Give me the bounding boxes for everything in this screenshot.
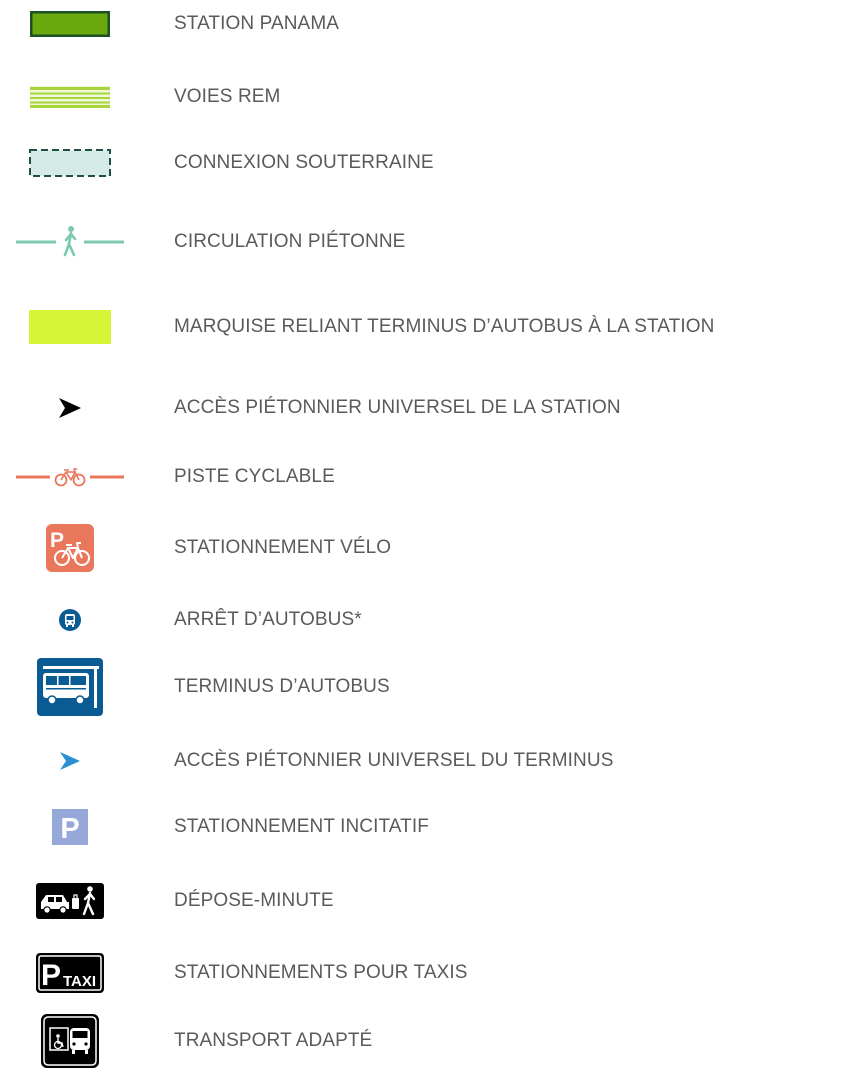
underground-connection-icon bbox=[0, 133, 140, 193]
park-and-ride-letter: P bbox=[60, 813, 79, 845]
legend-label: CONNEXION SOUTERRAINE bbox=[174, 152, 434, 173]
legend-label: ACCÈS PIÉTONNIER UNIVERSEL DE LA STATION bbox=[174, 397, 621, 418]
legend-label: ARRÊT D’AUTOBUS* bbox=[174, 609, 362, 630]
park-and-ride-icon: P bbox=[0, 797, 140, 857]
taxi-word: TAXI bbox=[63, 973, 96, 990]
legend-label: STATIONNEMENT VÉLO bbox=[174, 537, 392, 558]
bus-terminal-icon bbox=[0, 657, 140, 717]
legend-label: CIRCULATION PIÉTONNE bbox=[174, 231, 406, 252]
bike-parking-icon: P bbox=[0, 518, 140, 578]
legend-label: STATION PANAMA bbox=[174, 13, 340, 34]
map-legend: STATION PANAMA VOIES REM CONNEXION SOUTE… bbox=[0, 0, 843, 1069]
terminal-access-arrow-icon bbox=[0, 731, 140, 791]
taxi-letter: P bbox=[41, 959, 61, 992]
bike-parking-letter: P bbox=[50, 529, 64, 552]
bike-path-icon bbox=[0, 447, 140, 507]
bus-stop-icon bbox=[0, 590, 140, 650]
legend-label: ACCÈS PIÉTONNIER UNIVERSEL DU TERMINUS bbox=[174, 750, 614, 771]
canopy-rectangle-icon bbox=[0, 297, 140, 357]
pedestrian-path-icon bbox=[0, 212, 140, 272]
legend-label: DÉPOSE-MINUTE bbox=[174, 890, 334, 911]
station-access-arrow-icon bbox=[0, 378, 140, 438]
legend-label: TERMINUS D’AUTOBUS bbox=[174, 676, 390, 697]
legend-label: PISTE CYCLABLE bbox=[174, 466, 335, 487]
rail-tracks-icon bbox=[0, 67, 140, 127]
legend-label: VOIES REM bbox=[174, 86, 281, 107]
legend-label: STATIONNEMENTS POUR TAXIS bbox=[174, 962, 468, 983]
paratransit-icon bbox=[0, 1011, 140, 1071]
legend-label: STATIONNEMENT INCITATIF bbox=[174, 816, 429, 837]
legend-label: MARQUISE RELIANT TERMINUS D’AUTOBUS À LA… bbox=[174, 316, 715, 337]
station-rectangle-icon bbox=[0, 0, 140, 54]
taxi-parking-icon: P TAXI bbox=[0, 943, 140, 1003]
drop-off-icon bbox=[0, 871, 140, 931]
legend-label: TRANSPORT ADAPTÉ bbox=[174, 1030, 373, 1051]
